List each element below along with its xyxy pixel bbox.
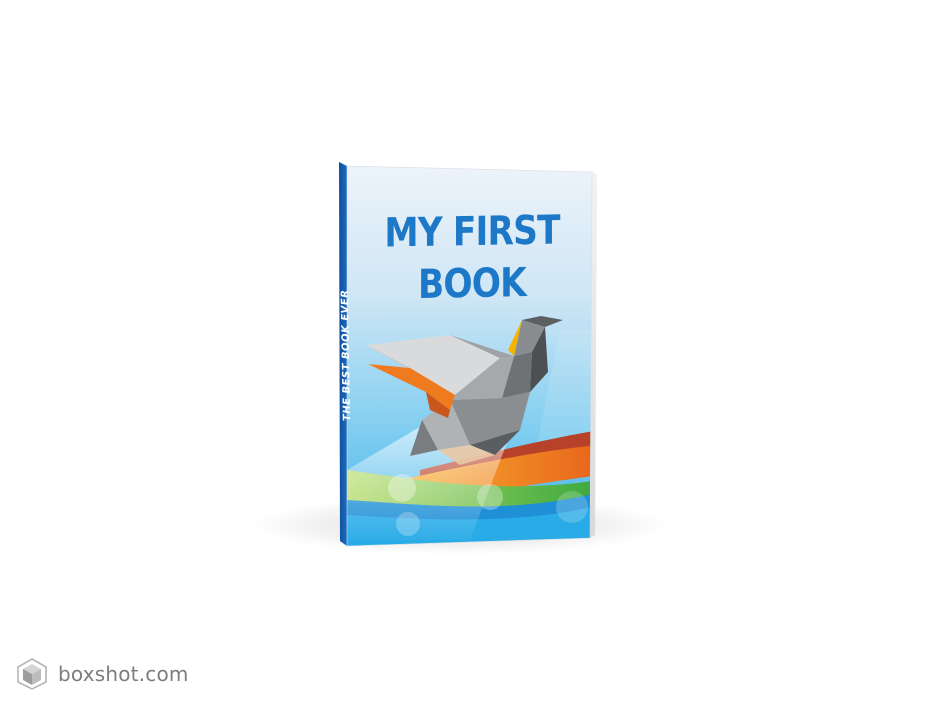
book-title-line-1: MY FIRST: [384, 207, 560, 257]
book-mockup: [339, 162, 597, 547]
spine-text: THE BEST BOOK EVER: [339, 289, 354, 422]
boxshot-watermark: boxshot.com: [16, 657, 189, 691]
cube-icon: [17, 658, 47, 690]
watermark-text: boxshot.com: [58, 662, 189, 686]
book-title-line-2: BOOK: [418, 260, 526, 308]
image-canvas: MY FIRST BOOK THE BEST BOOK EVER boxshot…: [0, 0, 940, 705]
